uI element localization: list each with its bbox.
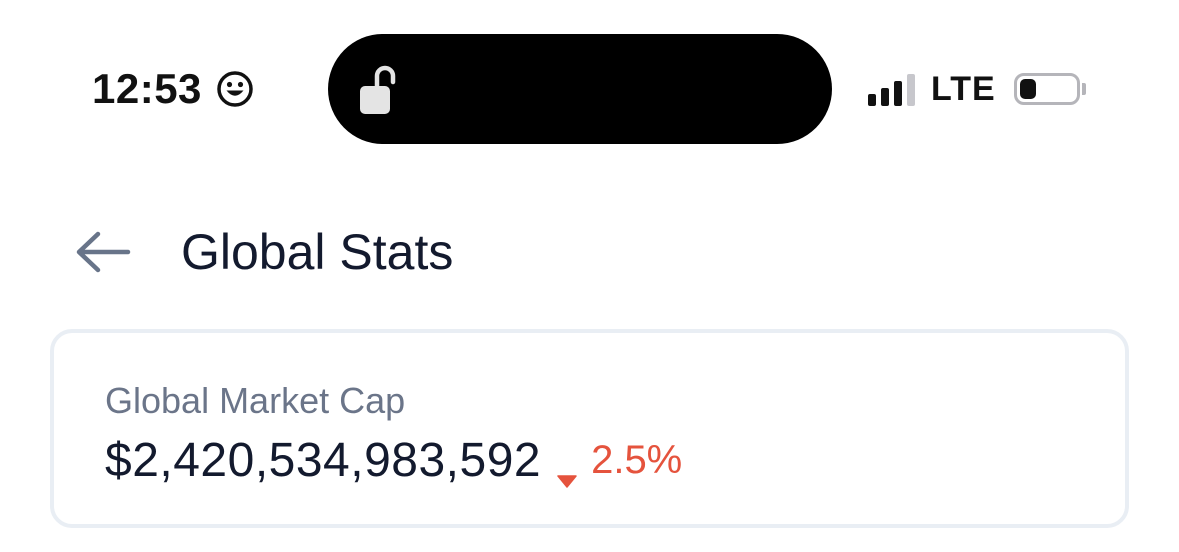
status-indicators: LTE [868, 64, 1086, 114]
battery-tip [1081, 83, 1086, 95]
dynamic-island [328, 34, 832, 144]
signal-strength-icon [868, 72, 915, 106]
market-cap-change: 2.5% [557, 437, 683, 488]
caret-down-icon [557, 453, 577, 488]
smiley-icon [216, 70, 254, 108]
market-cap-change-text: 2.5% [591, 437, 683, 482]
battery-icon [1013, 73, 1080, 105]
battery-level [1019, 79, 1036, 99]
arrow-left-icon [76, 231, 131, 273]
market-cap-value-row: $2,420,534,983,592 2.5% [105, 430, 682, 490]
page-title: Global Stats [181, 224, 454, 280]
status-time-text: 12:53 [92, 65, 202, 112]
back-button[interactable] [72, 222, 134, 282]
status-time: 12:53 [92, 64, 254, 114]
network-type: LTE [931, 69, 996, 108]
market-cap-value: $2,420,534,983,592 [105, 433, 542, 487]
market-cap-label: Global Market Cap [105, 380, 406, 421]
unlocked-padlock-icon [360, 64, 396, 116]
global-market-cap-card[interactable]: Global Market Cap $2,420,534,983,592 2.5… [50, 329, 1129, 528]
